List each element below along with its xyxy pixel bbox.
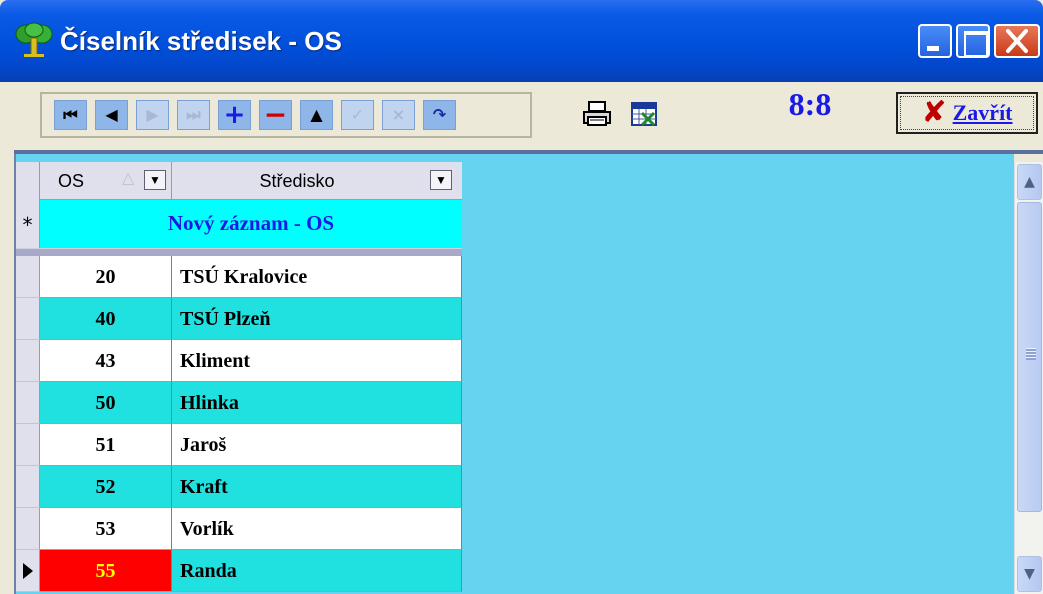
sort-ascending-icon: △ bbox=[122, 170, 135, 187]
add-record-icon: + bbox=[223, 100, 246, 130]
row-selector[interactable] bbox=[16, 382, 40, 424]
cell-stredisko[interactable]: TSÚ Plzeň bbox=[172, 298, 462, 340]
maximize-button[interactable] bbox=[956, 24, 990, 58]
cell-os[interactable]: 55 bbox=[40, 550, 172, 592]
tree-icon bbox=[15, 22, 53, 57]
cell-stredisko[interactable]: Randa bbox=[172, 550, 462, 592]
edit-record-icon: ▲ bbox=[310, 105, 323, 124]
next-record-icon: ▶ bbox=[146, 105, 159, 124]
cell-stredisko[interactable]: Hlinka bbox=[172, 382, 462, 424]
cell-os[interactable]: 40 bbox=[40, 298, 172, 340]
new-record-row[interactable]: Nový záznam - OS bbox=[40, 200, 462, 248]
table-row[interactable]: 52 Kraft bbox=[16, 466, 462, 508]
window: Číselník středisek - OS ⏮ ◀ ▶ ⏭ + − ▲ ✓ × ↷ 8:8 ✘… bbox=[0, 0, 1043, 594]
previous-record-button[interactable]: ◀ bbox=[95, 100, 128, 130]
close-button-label: Zavřít bbox=[952, 100, 1013, 125]
cell-stredisko[interactable]: Kliment bbox=[172, 340, 462, 382]
last-record-icon: ⏭ bbox=[186, 105, 201, 124]
row-selector[interactable] bbox=[16, 424, 40, 466]
calendar-excel-icon[interactable] bbox=[630, 100, 658, 128]
scroll-up-button[interactable]: ▲ bbox=[1017, 164, 1042, 200]
printer-icon[interactable] bbox=[582, 100, 612, 128]
scroll-thumb[interactable] bbox=[1017, 202, 1042, 512]
close-button[interactable]: ✘ Zavřít bbox=[896, 92, 1038, 134]
cancel-record-button[interactable]: × bbox=[382, 100, 415, 130]
title-bar[interactable]: Číselník středisek - OS bbox=[0, 0, 1043, 82]
confirm-record-button[interactable]: ✓ bbox=[341, 100, 374, 130]
cell-stredisko[interactable]: Jaroš bbox=[172, 424, 462, 466]
table-row[interactable]: 53 Vorlík bbox=[16, 508, 462, 550]
cell-os[interactable]: 52 bbox=[40, 466, 172, 508]
close-x-icon: ✘ bbox=[921, 95, 947, 130]
table-row[interactable]: 55 Randa bbox=[16, 550, 462, 592]
delete-record-button[interactable]: − bbox=[259, 100, 292, 130]
cell-os[interactable]: 43 bbox=[40, 340, 172, 382]
confirm-record-icon: ✓ bbox=[350, 105, 365, 124]
cell-os[interactable]: 20 bbox=[40, 256, 172, 298]
minimize-button[interactable] bbox=[918, 24, 952, 58]
first-record-icon: ⏮ bbox=[63, 105, 78, 124]
table-row[interactable]: 40 TSÚ Plzeň bbox=[16, 298, 462, 340]
cell-os[interactable]: 53 bbox=[40, 508, 172, 550]
cancel-record-icon: × bbox=[391, 105, 406, 124]
row-selector[interactable] bbox=[16, 298, 40, 340]
cell-stredisko[interactable]: TSÚ Kralovice bbox=[172, 256, 462, 298]
delete-record-icon: − bbox=[263, 98, 288, 131]
new-row-separator bbox=[16, 248, 462, 256]
refresh-record-button[interactable]: ↷ bbox=[423, 100, 456, 130]
grid-rows: 20 TSÚ Kralovice 40 TSÚ Plzeň 43 Kliment 50 Hli… bbox=[16, 256, 462, 592]
last-record-button[interactable]: ⏭ bbox=[177, 100, 210, 130]
previous-record-icon: ◀ bbox=[105, 105, 118, 124]
add-record-button[interactable]: + bbox=[218, 100, 251, 130]
scroll-down-button[interactable]: ▼ bbox=[1017, 556, 1042, 592]
column-header-os[interactable]: OS △ ▼ bbox=[40, 162, 172, 200]
scroll-grip-icon bbox=[1026, 348, 1036, 360]
column-os-label: OS bbox=[58, 171, 85, 191]
cell-stredisko[interactable]: Vorlík bbox=[172, 508, 462, 550]
first-record-button[interactable]: ⏮ bbox=[54, 100, 87, 130]
cell-os[interactable]: 51 bbox=[40, 424, 172, 466]
close-icon bbox=[1006, 29, 1028, 53]
edit-record-button[interactable]: ▲ bbox=[300, 100, 333, 130]
column-stredisko-label: Středisko bbox=[259, 171, 335, 191]
close-window-button[interactable] bbox=[994, 24, 1040, 58]
row-selector[interactable] bbox=[16, 508, 40, 550]
cell-stredisko[interactable]: Kraft bbox=[172, 466, 462, 508]
row-selector[interactable] bbox=[16, 256, 40, 298]
row-selector[interactable] bbox=[16, 466, 40, 508]
row-selector[interactable] bbox=[16, 340, 40, 382]
refresh-record-icon: ↷ bbox=[432, 105, 447, 124]
stredisko-filter-dropdown[interactable]: ▼ bbox=[430, 170, 452, 190]
table-row[interactable]: 43 Kliment bbox=[16, 340, 462, 382]
table-row[interactable]: 50 Hlinka bbox=[16, 382, 462, 424]
next-record-button[interactable]: ▶ bbox=[136, 100, 169, 130]
os-filter-dropdown[interactable]: ▼ bbox=[144, 170, 166, 190]
new-row-marker: * bbox=[16, 200, 40, 248]
table-row[interactable]: 51 Jaroš bbox=[16, 424, 462, 466]
record-counter: 8:8 bbox=[788, 86, 832, 122]
vertical-scrollbar[interactable]: ▲ ▼ bbox=[1014, 162, 1043, 594]
cell-os[interactable]: 50 bbox=[40, 382, 172, 424]
current-row-indicator[interactable] bbox=[16, 550, 40, 592]
column-header-stredisko[interactable]: Středisko ▼ bbox=[172, 162, 462, 200]
table-row[interactable]: 20 TSÚ Kralovice bbox=[16, 256, 462, 298]
window-title: Číselník středisek - OS bbox=[60, 26, 342, 56]
header-selector[interactable] bbox=[16, 162, 40, 200]
